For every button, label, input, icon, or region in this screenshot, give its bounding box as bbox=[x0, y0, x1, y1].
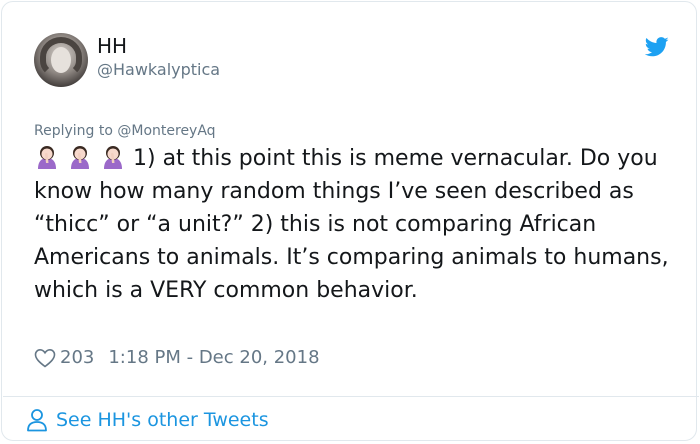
author-name[interactable]: HH bbox=[97, 34, 127, 58]
heart-icon[interactable] bbox=[34, 348, 56, 368]
person-icon bbox=[27, 409, 47, 432]
see-other-tweets-label[interactable]: See HH's other Tweets bbox=[56, 407, 269, 433]
timestamp[interactable]: 1:18 PM - Dec 20, 2018 bbox=[108, 346, 319, 370]
avatar[interactable] bbox=[34, 33, 88, 87]
see-other-tweets-link[interactable]: See HH's other Tweets bbox=[26, 407, 269, 433]
woman-facepalming-icon bbox=[71, 146, 89, 169]
twitter-bird-icon[interactable] bbox=[645, 37, 669, 57]
tweet-card: HH @Hawkalyptica Replying to @MontereyAq… bbox=[1, 1, 699, 441]
replying-to[interactable]: Replying to @MontereyAq bbox=[34, 122, 216, 140]
tweet-text: 1) at this point this is meme vernacular… bbox=[34, 142, 674, 307]
tweet-meta: 203 1:18 PM - Dec 20, 2018 bbox=[34, 346, 320, 370]
woman-facepalming-icon bbox=[38, 146, 56, 169]
divider bbox=[3, 396, 699, 397]
author-handle[interactable]: @Hawkalyptica bbox=[97, 60, 220, 80]
tweet-body: 1) at this point this is meme vernacular… bbox=[34, 146, 669, 303]
woman-facepalming-icon bbox=[104, 146, 122, 169]
like-count[interactable]: 203 bbox=[60, 346, 94, 370]
avatar-face bbox=[51, 47, 71, 73]
